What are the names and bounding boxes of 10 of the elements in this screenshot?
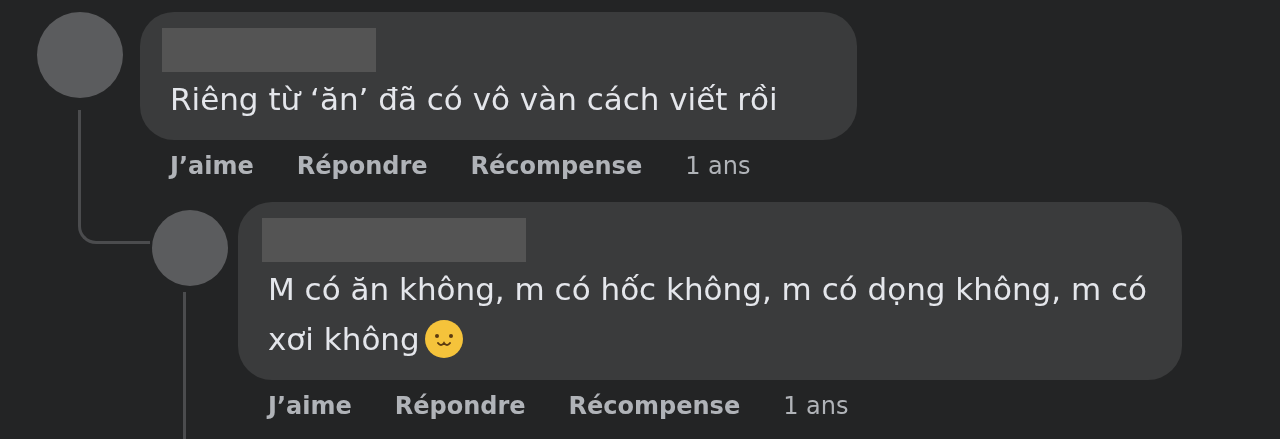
action-link[interactable]: Répondre xyxy=(394,388,526,424)
action-link[interactable]: Récompense xyxy=(470,148,643,184)
comment-text: M có ăn không, m có hốc không, m có dọng không, m có xơi không xyxy=(268,271,1147,357)
action-link[interactable]: J’aime xyxy=(268,388,352,424)
action-link[interactable]: Répondre xyxy=(296,148,428,184)
comment-text: Riêng từ ‘ăn’ đã có vô vàn cách viết rồi xyxy=(170,81,778,117)
action-link[interactable]: Récompense xyxy=(568,388,741,424)
action-link[interactable]: J’aime xyxy=(170,148,254,184)
timestamp: 1 ans xyxy=(783,391,849,422)
timestamp: 1 ans xyxy=(685,151,751,182)
